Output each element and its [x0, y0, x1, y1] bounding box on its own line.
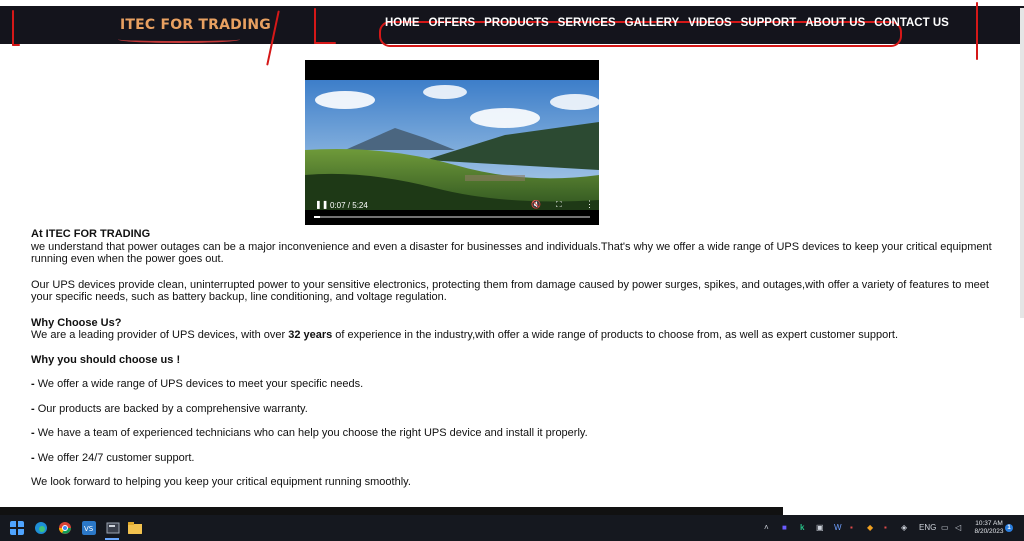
video-player[interactable]: ❚❚ 0:07 / 5:24 🔇 ⛶ ⋮	[305, 60, 599, 225]
app-k-icon[interactable]: k	[800, 523, 804, 532]
system-clock[interactable]: 10:37 AM 8/20/2023	[968, 520, 1010, 536]
intro-text: we understand that power outages can be …	[31, 240, 992, 266]
why-text-end: of experience in the industry,with offer…	[332, 329, 899, 341]
annotation-mark	[976, 2, 978, 60]
network-icon[interactable]: ▭	[941, 523, 949, 532]
tray-word-icon[interactable]: W	[834, 523, 842, 532]
app-window-icon[interactable]	[106, 521, 120, 535]
nav-home[interactable]: HOME	[385, 17, 420, 29]
page-scrollbar[interactable]	[1020, 8, 1024, 318]
mute-icon[interactable]: 🔇	[531, 200, 541, 209]
brand-logo[interactable]: ITEC FOR TRADING	[120, 17, 271, 33]
bullet-dash: -	[31, 427, 35, 439]
file-explorer-icon[interactable]	[128, 521, 142, 535]
video-controls: ❚❚ 0:07 / 5:24 🔇 ⛶ ⋮	[305, 195, 599, 218]
reasons-heading: Why you should choose us !	[31, 353, 181, 366]
video-time: 0:07 / 5:24	[330, 201, 368, 210]
nav-about-us[interactable]: ABOUT US	[805, 17, 865, 29]
list-item: - We offer 24/7 customer support.	[31, 452, 1013, 465]
nav-products[interactable]: PRODUCTS	[484, 17, 549, 29]
video-progress-bar[interactable]	[314, 216, 590, 218]
list-item: - We offer a wide range of UPS devices t…	[31, 378, 1013, 391]
pause-icon[interactable]: ❚❚	[315, 200, 328, 209]
chevron-up-icon[interactable]: ˄	[764, 523, 769, 532]
volume-icon[interactable]: ◁	[955, 523, 961, 532]
annotation-underline	[118, 36, 240, 43]
nav-services[interactable]: SERVICES	[558, 17, 616, 29]
annotation-mark	[314, 42, 336, 44]
list-item-text: We have a team of experienced technician…	[37, 427, 588, 439]
chrome-browser-icon[interactable]	[58, 521, 72, 535]
list-item: - Our products are backed by a comprehen…	[31, 403, 1013, 416]
active-app-indicator	[105, 538, 119, 540]
list-item-text: We offer a wide range of UPS devices to …	[37, 378, 364, 390]
list-item: - We have a team of experienced technici…	[31, 427, 1013, 440]
more-options-icon[interactable]: ⋮	[585, 199, 594, 210]
why-text-start: We are a leading provider of UPS devices…	[31, 329, 289, 341]
bullet-dash: -	[31, 378, 35, 390]
clock-time: 10:37 AM	[975, 520, 1003, 527]
tray-alert-icon[interactable]: ▪	[884, 523, 887, 532]
why-heading: Why Choose Us?	[31, 316, 122, 329]
main-content: At ITEC FOR TRADING we understand that p…	[31, 228, 1013, 489]
bullet-dash: -	[31, 402, 35, 415]
notification-badge[interactable]: 1	[1005, 524, 1013, 532]
shield-icon[interactable]: ◆	[867, 523, 873, 532]
annotation-mark	[12, 44, 20, 46]
security-icon[interactable]: ◈	[901, 523, 907, 532]
list-item-text: We offer 24/7 customer support.	[37, 451, 195, 464]
nav-gallery[interactable]: GALLERY	[625, 17, 680, 29]
svg-text:VS: VS	[84, 525, 94, 533]
tray-window-icon[interactable]: ▣	[816, 523, 824, 532]
nav-contact-us[interactable]: CONTACT US	[874, 17, 949, 29]
nav-offers[interactable]: OFFERS	[429, 17, 476, 29]
features-text: Our UPS devices provide clean, uninterru…	[31, 278, 989, 304]
nav-videos[interactable]: VIDEOS	[688, 17, 731, 29]
teams-icon[interactable]: ■	[782, 523, 787, 532]
closing-text: We look forward to helping you keep your…	[31, 476, 411, 488]
fullscreen-icon[interactable]: ⛶	[556, 200, 562, 210]
bullet-dash: -	[31, 451, 35, 464]
main-nav: HOME OFFERS PRODUCTS SERVICES GALLERY VI…	[385, 17, 949, 29]
why-text: We are a leading provider of UPS devices…	[31, 329, 1013, 342]
edge-browser-icon[interactable]	[34, 521, 48, 535]
annotation-mark	[314, 8, 316, 44]
list-item-text: Our products are backed by a comprehensi…	[37, 402, 308, 415]
clock-date: 8/20/2023	[974, 528, 1004, 535]
nav-support[interactable]: SUPPORT	[741, 17, 797, 29]
annotation-mark	[12, 10, 14, 46]
video-frame-landscape	[305, 80, 599, 210]
language-indicator[interactable]: ENG	[919, 523, 936, 532]
top-navbar: ITEC FOR TRADING HOME OFFERS PRODUCTS SE…	[0, 6, 1024, 47]
years-count: 32 years	[288, 329, 333, 341]
intro-heading: At ITEC FOR TRADING	[31, 228, 151, 240]
os-taskbar: VS ˄ ■ k ▣ W ▪ ◆ ▪ ◈ ENG ▭ ◁ 10:37 AM 8/…	[0, 515, 1024, 541]
video-progress-fill	[314, 216, 320, 218]
footer-bar	[0, 507, 783, 515]
vscode-icon[interactable]: VS	[82, 521, 96, 535]
tray-red-app-icon[interactable]: ▪	[850, 523, 853, 532]
windows-start-icon[interactable]	[10, 521, 24, 535]
